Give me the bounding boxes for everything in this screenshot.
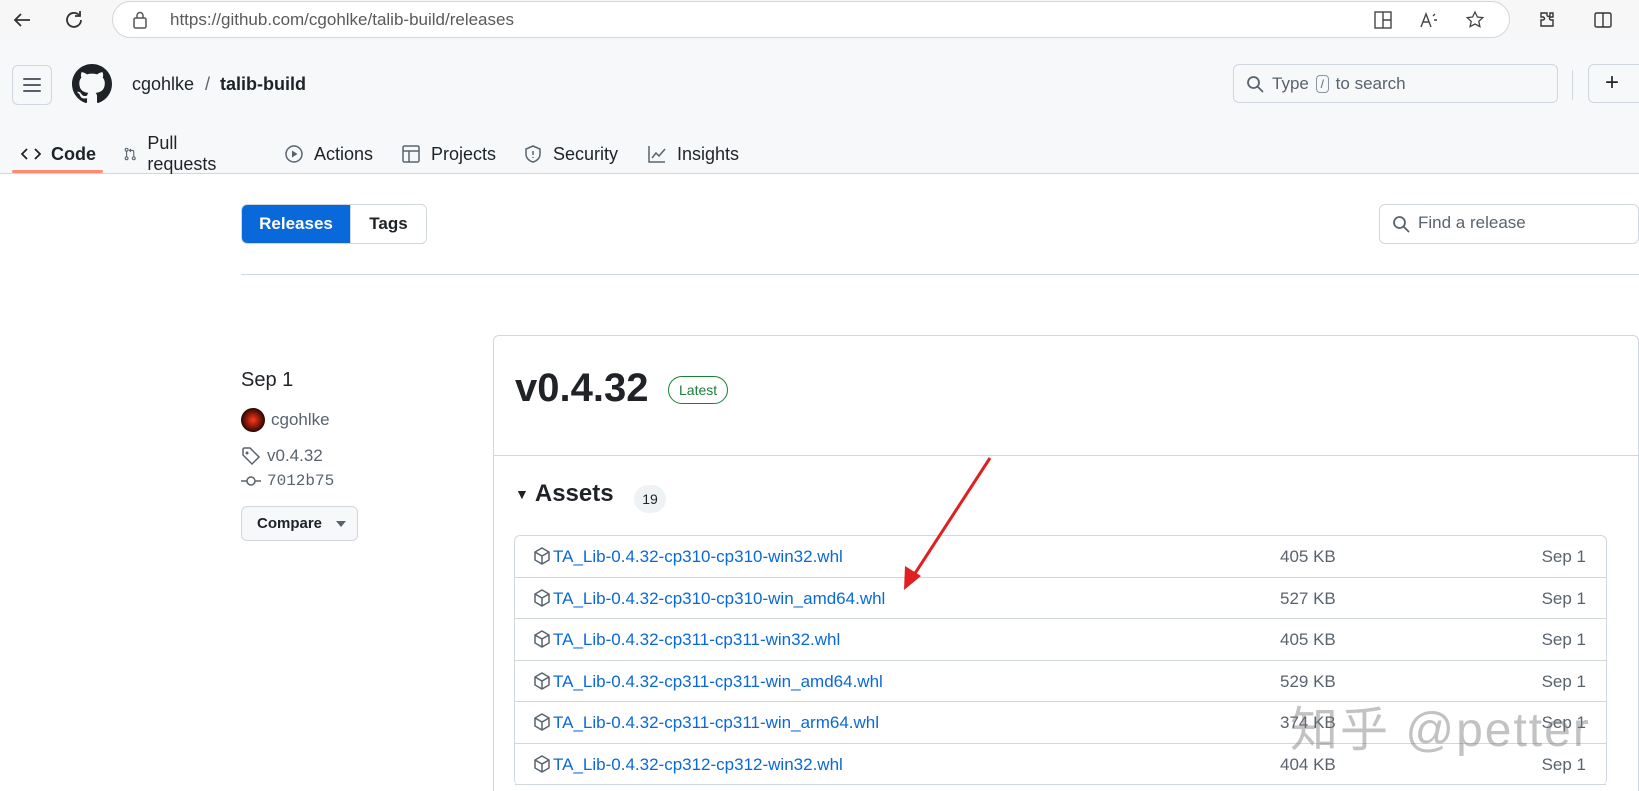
graph-icon — [648, 146, 666, 163]
release-commit[interactable]: 7012b75 — [241, 472, 334, 490]
asset-size: 405 KB — [1280, 547, 1336, 566]
asset-link[interactable]: TA_Lib-0.4.32-cp310-cp310-win_amd64.whl — [553, 589, 885, 609]
asset-date: Sep 1 — [1541, 588, 1586, 608]
package-icon — [533, 547, 551, 570]
asset-link[interactable]: TA_Lib-0.4.32-cp311-cp311-win_arm64.whl — [553, 713, 879, 733]
package-icon — [533, 754, 551, 778]
read-aloud-icon[interactable] — [1418, 9, 1440, 31]
caret-down-icon: ▼ — [515, 486, 529, 502]
global-search-input[interactable]: Type / to search — [1233, 64, 1558, 103]
asset-row: TA_Lib-0.4.32-cp311-cp311-win_arm64.whl 3… — [515, 702, 1606, 744]
caret-down-icon — [336, 520, 347, 527]
package-icon — [533, 630, 551, 653]
asset-size: 527 KB — [1280, 588, 1336, 608]
sidebar-toggle-icon[interactable] — [1589, 6, 1617, 34]
find-release-field[interactable] — [1379, 204, 1639, 244]
slash-key-hint: / — [1315, 75, 1329, 93]
asset-date: Sep 1 — [1541, 630, 1586, 649]
hamburger-menu-button[interactable] — [12, 65, 52, 105]
search-hint: Type / to search — [1272, 74, 1406, 93]
split-screen-icon[interactable] — [1372, 9, 1394, 31]
extensions-puzzle-icon[interactable] — [1533, 6, 1561, 34]
assets-count-badge: 19 — [634, 485, 666, 513]
releases-button[interactable]: Releases — [242, 205, 350, 243]
header-divider — [1572, 70, 1573, 100]
tab-insights[interactable]: Insights — [647, 134, 739, 174]
breadcrumb-owner[interactable]: cgohlke — [132, 74, 194, 95]
asset-link[interactable]: TA_Lib-0.4.32-cp311-cp311-win_amd64.whl — [553, 672, 883, 692]
divider — [494, 455, 1638, 456]
asset-size: 529 KB — [1280, 671, 1336, 691]
asset-row: TA_Lib-0.4.32-cp310-cp310-win32.whl 405 K… — [515, 536, 1606, 578]
release-author[interactable]: cgohlke — [241, 408, 330, 432]
asset-row: TA_Lib-0.4.32-cp312-cp312-win32.whl 404 K… — [515, 744, 1606, 785]
favorite-star-icon[interactable] — [1464, 9, 1486, 31]
avatar[interactable] — [241, 408, 265, 432]
release-date: Sep 1 — [241, 369, 294, 391]
asset-size: 374 KB — [1280, 713, 1336, 732]
asset-link[interactable]: TA_Lib-0.4.32-cp312-cp312-win32.whl — [553, 755, 843, 775]
back-arrow-icon[interactable] — [8, 6, 36, 34]
tab-pull-requests[interactable]: Pull requests — [123, 133, 222, 174]
asset-link[interactable]: TA_Lib-0.4.32-cp310-cp310-win32.whl — [553, 547, 843, 567]
play-icon — [285, 145, 303, 163]
address-bar[interactable]: https://github.com/cgohlke/talib-build/r… — [112, 1, 1510, 38]
url-text[interactable]: https://github.com/cgohlke/talib-build/r… — [170, 10, 514, 30]
selected-tab-indicator — [12, 170, 103, 173]
asset-link[interactable]: TA_Lib-0.4.32-cp311-cp311-win32.whl — [553, 630, 840, 650]
assets-list: TA_Lib-0.4.32-cp310-cp310-win32.whl 405 K… — [514, 535, 1607, 785]
plus-icon: + — [1605, 69, 1620, 96]
release-tag[interactable]: v0.4.32 — [241, 446, 323, 466]
tab-actions[interactable]: Actions — [284, 134, 373, 174]
asset-row: TA_Lib-0.4.32-cp311-cp311-win_amd64.whl 5… — [515, 661, 1606, 702]
release-version-title[interactable]: v0.4.32 — [515, 366, 648, 411]
asset-size: 405 KB — [1280, 630, 1336, 649]
tags-button[interactable]: Tags — [350, 205, 426, 243]
search-icon — [1246, 75, 1264, 98]
compare-button[interactable]: Compare — [241, 506, 358, 541]
breadcrumb-repo[interactable]: talib-build — [220, 74, 306, 95]
asset-date: Sep 1 — [1541, 754, 1586, 774]
hamburger-icon — [23, 78, 41, 92]
code-icon — [21, 148, 41, 160]
divider — [241, 274, 1639, 275]
find-release-input[interactable] — [1418, 213, 1628, 233]
releases-tags-toggle: Releases Tags — [241, 204, 427, 244]
asset-date: Sep 1 — [1541, 671, 1586, 691]
release-card: v0.4.32 Latest ▼ Assets 19 TA_Lib-0.4.32… — [493, 335, 1639, 791]
asset-size: 404 KB — [1280, 754, 1336, 774]
package-icon — [533, 588, 551, 612]
assets-toggle[interactable]: ▼ Assets — [515, 480, 614, 508]
refresh-icon[interactable] — [60, 6, 88, 34]
github-logo-icon[interactable] — [72, 64, 112, 109]
breadcrumb-separator: / — [205, 74, 211, 94]
asset-row: TA_Lib-0.4.32-cp310-cp310-win_amd64.whl 5… — [515, 578, 1606, 619]
table-icon — [402, 145, 420, 163]
tab-code[interactable]: Code — [21, 134, 96, 174]
search-icon — [1392, 215, 1410, 238]
tab-projects[interactable]: Projects — [401, 134, 496, 174]
asset-row: TA_Lib-0.4.32-cp311-cp311-win32.whl 405 K… — [515, 619, 1606, 661]
latest-badge: Latest — [668, 376, 729, 404]
lock-icon — [133, 11, 147, 34]
browser-toolbar: https://github.com/cgohlke/talib-build/r… — [0, 0, 1639, 40]
pull-request-icon — [124, 147, 136, 161]
commit-icon — [241, 476, 261, 486]
github-header: cgohlke / talib-build Type / to search +… — [0, 40, 1639, 174]
shield-icon — [525, 145, 541, 163]
package-icon — [533, 713, 551, 736]
tab-security[interactable]: Security — [523, 134, 618, 174]
package-icon — [533, 671, 551, 695]
create-new-button[interactable]: + — [1588, 64, 1639, 103]
asset-date: Sep 1 — [1541, 547, 1586, 566]
asset-date: Sep 1 — [1541, 713, 1586, 732]
tag-icon — [242, 447, 261, 466]
